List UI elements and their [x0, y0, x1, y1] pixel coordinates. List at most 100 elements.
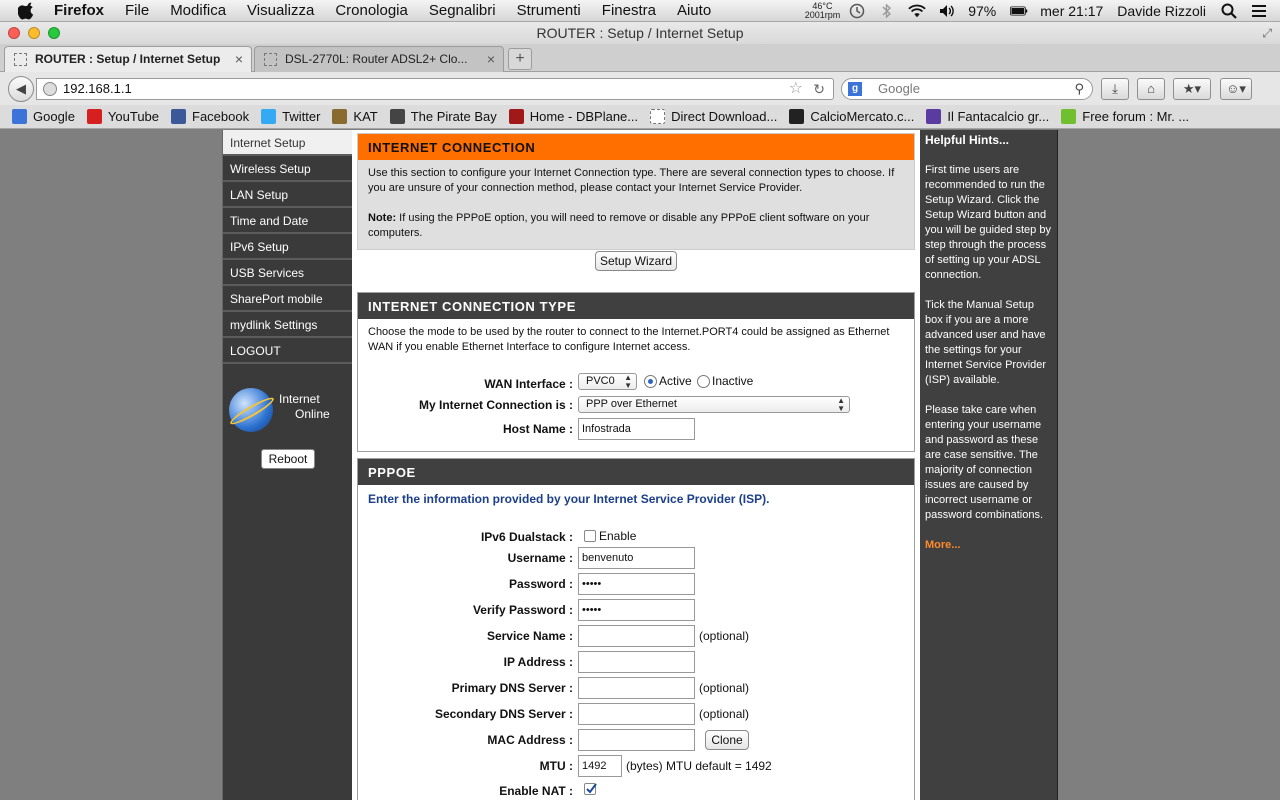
host-name-input[interactable]: Infostrada	[578, 418, 695, 440]
wan-interface-select[interactable]: PVC0 ▲ ▼	[578, 373, 637, 390]
menubar-user[interactable]: Davide Rizzoli	[1117, 3, 1206, 19]
enable-nat-checkbox[interactable]	[584, 783, 597, 795]
section-description: Use this section to configure your Inter…	[368, 167, 895, 194]
apple-menu-icon[interactable]	[18, 2, 36, 20]
nav-lan-setup[interactable]: LAN Setup	[223, 182, 352, 208]
bookmark-kat[interactable]: KAT	[332, 109, 378, 124]
service-name-label: Service Name :	[486, 629, 573, 643]
bookmark-twitter[interactable]: Twitter	[261, 109, 320, 124]
bookmark-dbplane[interactable]: Home - DBPlane...	[508, 109, 638, 124]
site-identity-icon[interactable]	[43, 82, 57, 96]
bookmark-fantacalcio[interactable]: Il Fantacalcio gr...	[926, 109, 1049, 124]
bookmark-pirate-bay[interactable]: The Pirate Bay	[389, 109, 497, 124]
main-content: INTERNET CONNECTION Use this section to …	[352, 130, 920, 800]
close-tab-icon[interactable]: ×	[487, 47, 495, 71]
nav-ipv6-setup[interactable]: IPv6 Setup	[223, 234, 352, 260]
inactive-radio[interactable]	[697, 375, 710, 388]
google-icon	[12, 109, 27, 124]
menubar-clock[interactable]: mer 21:17	[1040, 3, 1103, 19]
my-connection-select[interactable]: PPP over Ethernet ▲ ▼	[578, 396, 850, 413]
bookmark-google[interactable]: Google	[12, 109, 75, 124]
menu-strumenti[interactable]: Strumenti	[517, 2, 581, 19]
nav-internet-setup[interactable]: Internet Setup	[223, 130, 352, 156]
minimize-window-button[interactable]	[28, 27, 40, 39]
search-icon[interactable]: ⚲	[1074, 79, 1084, 99]
search-bar[interactable]: g Google ⚲	[841, 78, 1093, 100]
home-button[interactable]: ⌂	[1137, 78, 1165, 100]
setup-wizard-button[interactable]: Setup Wizard	[595, 251, 677, 271]
close-window-button[interactable]	[8, 27, 20, 39]
addon-button[interactable]: ☺▾	[1220, 78, 1252, 100]
temperature-monitor[interactable]: 46°C 2001rpm	[805, 2, 841, 20]
spotlight-icon[interactable]	[1220, 3, 1238, 19]
downloads-button[interactable]: ⤓	[1101, 78, 1129, 100]
wifi-icon[interactable]	[908, 3, 926, 19]
nav-mydlink-settings[interactable]: mydlink Settings	[223, 312, 352, 338]
nav-shareport-mobile[interactable]: SharePort mobile	[223, 286, 352, 312]
ip-address-input[interactable]	[578, 651, 695, 673]
bookmark-youtube[interactable]: YouTube	[86, 109, 159, 124]
username-input[interactable]: benvenuto	[578, 547, 695, 569]
menu-visualizza[interactable]: Visualizza	[247, 2, 314, 19]
section-header: PPPOE	[358, 459, 914, 485]
bookmark-direct-download[interactable]: Direct Download...	[650, 109, 777, 124]
mtu-input[interactable]: 1492	[578, 755, 622, 777]
menu-segnalibri[interactable]: Segnalibri	[429, 2, 496, 19]
fullscreen-icon[interactable]: ⤢	[1262, 22, 1272, 44]
battery-icon[interactable]	[1010, 3, 1028, 19]
ipv6-dualstack-label: IPv6 Dualstack :	[480, 530, 573, 544]
bookmark-calciomercato[interactable]: CalcioMercato.c...	[789, 109, 914, 124]
kat-icon	[332, 109, 348, 124]
nav-wireless-setup[interactable]: Wireless Setup	[223, 156, 352, 182]
mac-address-input[interactable]	[578, 729, 695, 751]
bookmark-star-icon[interactable]: ☆	[789, 79, 803, 99]
menu-modifica[interactable]: Modifica	[170, 2, 226, 19]
tab-router-setup[interactable]: ROUTER : Setup / Internet Setup ×	[4, 46, 252, 73]
menu-cronologia[interactable]: Cronologia	[335, 2, 408, 19]
menu-app-firefox[interactable]: Firefox	[54, 2, 104, 19]
notification-center-icon[interactable]	[1250, 3, 1268, 19]
menu-finestra[interactable]: Finestra	[602, 2, 656, 19]
more-hints-link[interactable]: More...	[925, 538, 1052, 553]
zoom-window-button[interactable]	[48, 27, 60, 39]
menu-aiuto[interactable]: Aiuto	[677, 2, 711, 19]
menu-file[interactable]: File	[125, 2, 149, 19]
secondary-dns-input[interactable]	[578, 703, 695, 725]
back-button[interactable]: ◀	[8, 76, 34, 102]
ip-address-label: IP Address :	[503, 655, 573, 669]
nav-usb-services[interactable]: USB Services	[223, 260, 352, 286]
bluetooth-icon[interactable]	[878, 3, 896, 19]
status-line-1: Internet	[279, 392, 320, 406]
clone-mac-button[interactable]: Clone	[705, 730, 749, 750]
time-machine-icon[interactable]	[848, 3, 866, 19]
verify-password-input[interactable]: •••••	[578, 599, 695, 621]
nav-logout[interactable]: LOGOUT	[223, 338, 352, 364]
fantacalcio-icon	[926, 109, 942, 124]
tab-dsl-2770l[interactable]: DSL-2770L: Router ADSL2+ Clo... ×	[254, 46, 504, 72]
hint-paragraph-1: First time users are recommended to run …	[925, 164, 1051, 281]
primary-dns-input[interactable]	[578, 677, 695, 699]
reboot-button[interactable]: Reboot	[261, 449, 315, 469]
battery-percentage[interactable]: 97%	[968, 3, 996, 19]
note-label: Note:	[368, 212, 397, 224]
volume-icon[interactable]	[938, 3, 956, 19]
secondary-dns-label: Secondary DNS Server :	[434, 707, 573, 721]
my-connection-label: My Internet Connection is :	[418, 398, 573, 412]
close-tab-icon[interactable]: ×	[235, 47, 243, 71]
nav-time-and-date[interactable]: Time and Date	[223, 208, 352, 234]
active-radio[interactable]	[644, 375, 657, 388]
note-text: If using the PPPoE option, you will need…	[368, 212, 870, 239]
generic-page-icon	[650, 109, 666, 124]
url-bar[interactable]: 192.168.1.1 ☆ ↻	[36, 78, 834, 100]
password-input[interactable]: •••••	[578, 573, 695, 595]
enable-nat-label: Enable NAT :	[499, 784, 573, 798]
ipv6-dualstack-checkbox[interactable]	[584, 530, 596, 542]
reload-icon[interactable]: ↻	[813, 79, 825, 99]
bookmark-facebook[interactable]: Facebook	[171, 109, 249, 124]
bookmarks-menu-button[interactable]: ★▾	[1173, 78, 1211, 100]
service-name-input[interactable]	[578, 625, 695, 647]
new-tab-button[interactable]: +	[508, 48, 532, 70]
search-engine-icon[interactable]: g	[848, 82, 862, 96]
bookmark-free-forum[interactable]: Free forum : Mr. ...	[1061, 109, 1189, 124]
search-placeholder: Google	[878, 81, 920, 96]
